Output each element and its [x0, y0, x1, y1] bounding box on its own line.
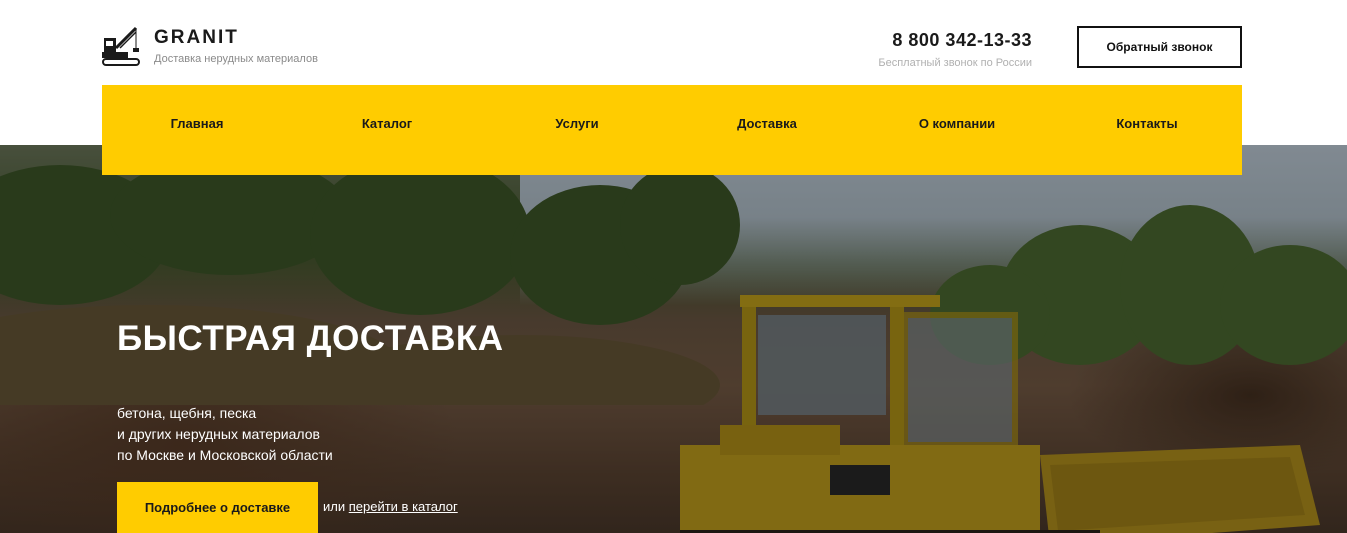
- hero-subtitle-line: по Москве и Московской области: [117, 447, 333, 463]
- crane-icon: [102, 26, 140, 66]
- main-nav: Главная Каталог Услуги Доставка О компан…: [102, 85, 1242, 175]
- delivery-details-button[interactable]: Подробнее о доставке: [117, 482, 318, 533]
- nav-item-home[interactable]: Главная: [107, 116, 287, 132]
- nav-item-services[interactable]: Услуги: [487, 116, 667, 132]
- brand-tagline: Доставка нерудных материалов: [154, 53, 318, 65]
- phone-block: 8 800 342-13-33 Бесплатный звонок по Рос…: [878, 28, 1032, 70]
- brand-name: GRANIT: [154, 27, 239, 48]
- cta-alternative: или перейти в каталог: [323, 499, 458, 515]
- hero-subtitle-line: бетона, щебня, песка: [117, 405, 257, 421]
- hero-banner: БЫСТРАЯ ДОСТАВКА бетона, щебня, песка и …: [0, 145, 1347, 533]
- site-header: GRANIT Доставка нерудных материалов 8 80…: [0, 0, 1347, 85]
- catalog-link[interactable]: перейти в каталог: [349, 499, 458, 514]
- nav-item-delivery[interactable]: Доставка: [677, 116, 857, 132]
- hero-title: БЫСТРАЯ ДОСТАВКА: [117, 319, 504, 358]
- logo[interactable]: GRANIT Доставка нерудных материалов: [102, 26, 318, 68]
- phone-number[interactable]: 8 800 342-13-33: [878, 28, 1032, 52]
- hero-subtitle: бетона, щебня, песка и других нерудных м…: [117, 403, 333, 466]
- nav-item-about[interactable]: О компании: [867, 116, 1047, 132]
- nav-item-contacts[interactable]: Контакты: [1057, 116, 1237, 132]
- hero-subtitle-line: и других нерудных материалов: [117, 426, 320, 442]
- callback-button[interactable]: Обратный звонок: [1077, 26, 1242, 68]
- nav-item-catalog[interactable]: Каталог: [297, 116, 477, 132]
- phone-note: Бесплатный звонок по России: [878, 57, 1032, 69]
- cta-or-text: или: [323, 499, 346, 514]
